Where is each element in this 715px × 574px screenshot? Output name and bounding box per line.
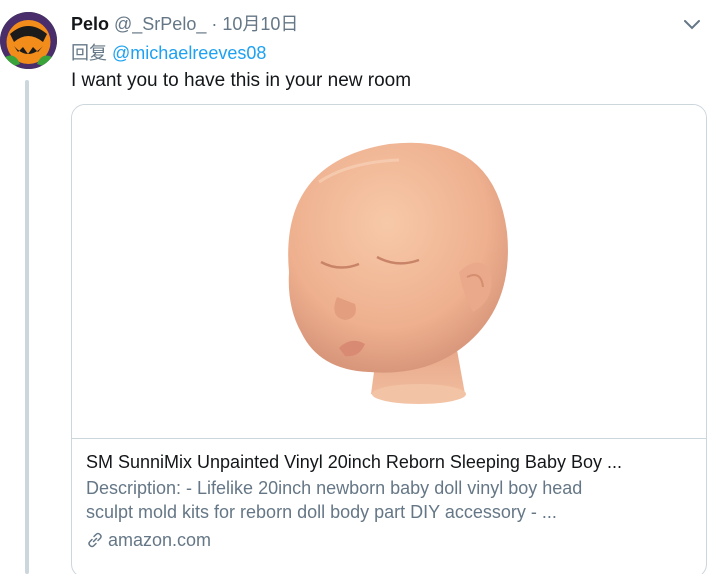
tweet-header: Pelo @_SrPelo_ · 10月10日	[71, 12, 711, 36]
thread-line	[25, 80, 29, 574]
tweet-text: I want you to have this in your new room	[71, 70, 412, 91]
card-description-line: Description: - Lifelike 20inch newborn b…	[86, 478, 583, 498]
card-body: SM SunniMix Unpainted Vinyl 20inch Rebor…	[72, 439, 706, 552]
card-image	[72, 105, 706, 439]
user-handle[interactable]: @_SrPelo_	[114, 12, 206, 36]
separator-dot: ·	[211, 14, 218, 34]
display-name[interactable]: Pelo	[71, 12, 109, 36]
reply-mention-link[interactable]: @michaelreeves08	[112, 43, 266, 63]
tweet-timestamp[interactable]: 10月10日	[222, 12, 298, 36]
tweet-options-button[interactable]	[681, 14, 703, 36]
reply-prefix: 回复	[71, 43, 107, 63]
link-preview-card[interactable]: SM SunniMix Unpainted Vinyl 20inch Rebor…	[71, 104, 707, 574]
card-description: Description: - Lifelike 20inch newborn b…	[86, 476, 692, 524]
doll-head-image	[288, 142, 508, 404]
link-icon	[88, 532, 102, 548]
card-description-line: sculpt mold kits for reborn doll body pa…	[86, 502, 557, 522]
card-domain-text: amazon.com	[108, 530, 212, 550]
card-domain: amazon.com	[86, 528, 692, 552]
chevron-down-icon	[684, 20, 700, 30]
avatar-pumpkin-icon	[0, 12, 57, 69]
avatar[interactable]	[0, 12, 57, 69]
tweet-content: Pelo @_SrPelo_ · 10月10日 回复 @michaelreeve…	[71, 12, 711, 574]
reply-context: 回复 @michaelreeves08	[71, 40, 711, 66]
card-title: SM SunniMix Unpainted Vinyl 20inch Rebor…	[86, 452, 622, 472]
